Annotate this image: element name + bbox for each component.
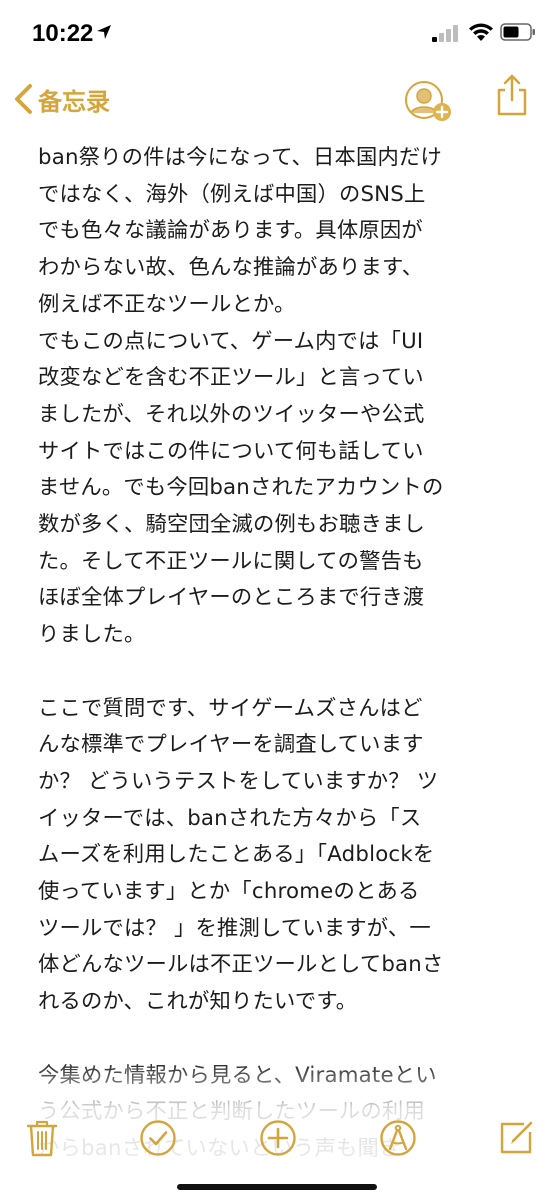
add-person-icon[interactable]	[402, 78, 454, 122]
note-line: りました。	[38, 622, 146, 648]
note-line: 例えば不正なツールとか。	[38, 291, 296, 317]
compose-button[interactable]	[496, 1118, 536, 1158]
status-bar: 10:22	[0, 0, 554, 70]
status-time: 10:22	[32, 20, 94, 47]
compass-icon	[380, 1120, 416, 1156]
note-line: ではなく、海外（例えば中国）のSNS上	[38, 181, 426, 207]
wifi-icon	[469, 23, 493, 41]
back-button[interactable]: 备忘录	[12, 78, 110, 120]
note-blank-line	[38, 1021, 524, 1058]
navigation-bar: 备忘录	[0, 70, 554, 128]
cellular-signal-icon	[432, 25, 458, 42]
battery-icon	[500, 23, 535, 41]
note-line: 今集めた情報から見ると、Viramateとい	[38, 1062, 437, 1088]
note-line: ましたが、それ以外のツイッターや公式	[38, 401, 425, 427]
checklist-button[interactable]	[138, 1118, 178, 1158]
note-line: た。そして不正ツールに関しての警告も	[38, 548, 424, 574]
home-indicator[interactable]	[177, 1184, 377, 1190]
note-line: 体どんなツールは不正ツールとしてbanさ	[38, 952, 444, 978]
checklist-icon	[140, 1120, 176, 1156]
note-line: 数が多く、騎空団全滅の例もお聴きまし	[38, 512, 425, 538]
trash-icon	[26, 1120, 58, 1157]
back-label: 备忘录	[38, 87, 110, 116]
note-line: 使っています」とか「chromeのとある	[38, 879, 420, 905]
chevron-left-icon	[15, 84, 32, 114]
note-line: わからない故、色んな推論があります、	[38, 255, 424, 281]
add-button[interactable]	[258, 1118, 298, 1158]
delete-button[interactable]	[22, 1118, 62, 1158]
note-line: ムーズを利用したことある」「Adblockを	[38, 842, 435, 868]
note-line: ここで質問です、サイゲームズさんはど	[38, 695, 423, 721]
note-line: れるのか、これが知りたいです。	[38, 989, 358, 1015]
note-blank-line	[38, 654, 524, 691]
sketch-button[interactable]	[378, 1118, 418, 1158]
note-line: イッターでは、banされた方々から「ス	[38, 805, 422, 831]
note-line: でもこの点について、ゲーム内では「UI	[38, 328, 424, 354]
note-body[interactable]: ban祭りの件は今になって、日本国内だけ ではなく、海外（例えば中国）のSNS上で…	[38, 140, 524, 1168]
location-arrow-icon	[97, 25, 111, 39]
share-icon[interactable]	[494, 72, 530, 118]
note-line: ほぼ全体プレイヤーのところまで行き渡	[38, 585, 425, 611]
note-line: んな標準でプレイヤーを調査しています	[38, 732, 424, 758]
add-icon	[260, 1120, 296, 1156]
note-line: でも色々な議論があります。具体原因が	[38, 218, 423, 244]
note-line: ません。でも今回banされたアカウントの	[38, 475, 444, 501]
bottom-toolbar	[0, 1108, 554, 1168]
note-line: サイトではこの件について何も話してい	[38, 438, 424, 464]
note-line: ツールでは？ 」を推測していますが、一	[38, 915, 431, 941]
note-line: ban祭りの件は今になって、日本国内だけ	[38, 145, 442, 170]
note-line: か？ どういうテストをしていますか？ ツ	[38, 768, 439, 794]
compose-icon	[500, 1121, 533, 1154]
note-line: 改変などを含む不正ツール」と言ってい	[38, 365, 424, 391]
